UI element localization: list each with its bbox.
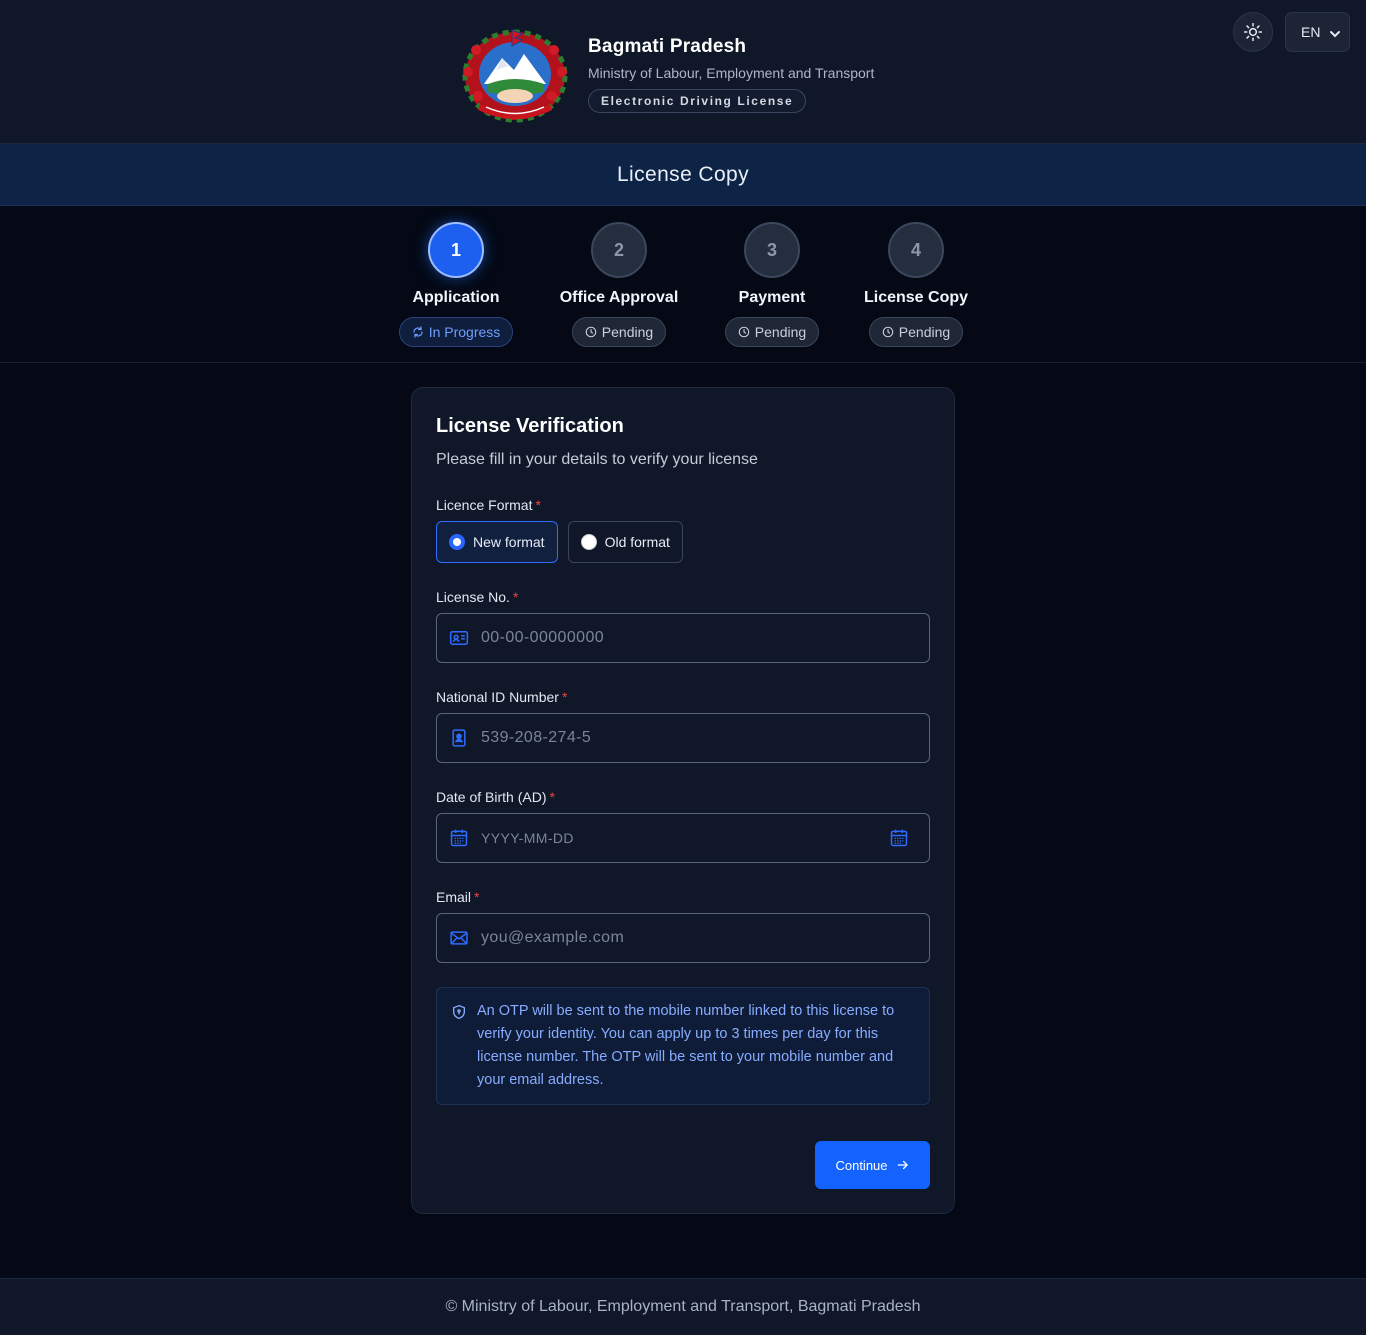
continue-button[interactable]: Continue: [815, 1141, 930, 1189]
step-number: 1: [428, 222, 484, 278]
email-input[interactable]: [481, 929, 917, 947]
chevron-down-icon: [1329, 27, 1341, 43]
step-status-badge: Pending: [868, 317, 964, 347]
step-status-badge: In Progress: [398, 317, 514, 347]
id-card-icon: [449, 628, 469, 648]
license-no-label: License No. *: [436, 589, 519, 605]
email-label: Email *: [436, 889, 480, 905]
step-payment: 3 Payment Pending: [692, 222, 852, 347]
radio-old-format[interactable]: Old format: [567, 521, 683, 563]
license-no-wrapper: [436, 613, 930, 663]
otp-info-box: An OTP will be sent to the mobile number…: [436, 987, 930, 1105]
language-select[interactable]: EN: [1285, 12, 1350, 52]
license-no-input[interactable]: [481, 629, 917, 647]
step-status-badge: Pending: [571, 317, 667, 347]
radio-indicator: [449, 534, 465, 550]
continue-label: Continue: [835, 1157, 888, 1173]
footer-copyright: © Ministry of Labour, Employment and Tra…: [445, 1298, 921, 1315]
otp-info-text: An OTP will be sent to the mobile number…: [477, 1003, 895, 1088]
header: Bagmati Pradesh Ministry of Labour, Empl…: [0, 0, 1366, 144]
step-status-text: Pending: [601, 324, 654, 340]
step-label: Payment: [738, 289, 806, 306]
brand-subtitle: Ministry of Labour, Employment and Trans…: [588, 65, 875, 81]
email-field: Email *: [436, 889, 930, 963]
brand-badge: Electronic Driving License: [588, 89, 807, 113]
dob-wrapper: [436, 813, 930, 863]
email-wrapper: [436, 913, 930, 963]
footer: © Ministry of Labour, Employment and Tra…: [0, 1278, 1366, 1335]
national-id-field: National ID Number *: [436, 689, 930, 763]
arrow-right-icon: [896, 1158, 910, 1172]
licence-format-label: Licence Format *: [436, 497, 541, 513]
step-status-text: Pending: [754, 324, 807, 340]
radio-label: New format: [473, 534, 545, 550]
step-number: 4: [888, 222, 944, 278]
step-license-copy: 4 License Copy Pending: [836, 222, 996, 347]
licence-format-options: New format Old format: [436, 521, 930, 563]
sun-icon: [1243, 22, 1263, 42]
mail-icon: [449, 928, 469, 948]
brand-title: Bagmati Pradesh: [588, 36, 747, 57]
shield-icon: [449, 1002, 469, 1022]
calendar-icon: [449, 828, 469, 848]
brand-block: Bagmati Pradesh Ministry of Labour, Empl…: [588, 36, 874, 113]
emblem-logo: [458, 26, 572, 124]
license-verification-card: License Verification Please fill in your…: [411, 387, 955, 1214]
calendar-picker-icon[interactable]: [889, 828, 909, 848]
progress-stepper: 1 Application In Progress 2 Office Appro…: [0, 206, 1366, 363]
clock-icon: [882, 326, 894, 338]
license-no-field: License No. *: [436, 589, 930, 663]
refresh-icon: [412, 326, 424, 338]
national-id-wrapper: [436, 713, 930, 763]
badge-icon: [449, 728, 469, 748]
language-value: EN: [1301, 24, 1321, 40]
radio-new-format[interactable]: New format: [436, 521, 558, 563]
clock-icon: [585, 326, 597, 338]
radio-indicator: [580, 534, 597, 550]
licence-format-group: Licence Format * New format Old format: [436, 497, 930, 563]
card-subtitle: Please fill in your details to verify yo…: [436, 451, 758, 468]
page: Bagmati Pradesh Ministry of Labour, Empl…: [0, 0, 1366, 1335]
step-status-text: Pending: [898, 324, 951, 340]
step-label: License Copy: [863, 289, 969, 306]
page-title: License Copy: [616, 162, 750, 186]
step-label: Application: [412, 289, 500, 306]
national-id-input[interactable]: [481, 729, 917, 747]
step-status-text: In Progress: [428, 324, 501, 340]
card-title: License Verification: [436, 415, 624, 437]
step-office-approval: 2 Office Approval Pending: [539, 222, 699, 347]
national-id-label: National ID Number *: [436, 689, 568, 705]
radio-label: Old format: [604, 534, 670, 550]
theme-toggle-button[interactable]: [1233, 12, 1273, 52]
clock-icon: [738, 326, 750, 338]
page-title-band: License Copy: [0, 144, 1366, 206]
step-application: 1 Application In Progress: [376, 222, 536, 347]
scrollbar[interactable]: [1366, 0, 1374, 1335]
step-label: Office Approval: [559, 289, 679, 306]
step-number: 2: [591, 222, 647, 278]
step-status-badge: Pending: [724, 317, 820, 347]
dob-field: Date of Birth (AD) *: [436, 789, 930, 863]
step-number: 3: [744, 222, 800, 278]
dob-input[interactable]: [481, 830, 917, 846]
dob-label: Date of Birth (AD) *: [436, 789, 555, 805]
